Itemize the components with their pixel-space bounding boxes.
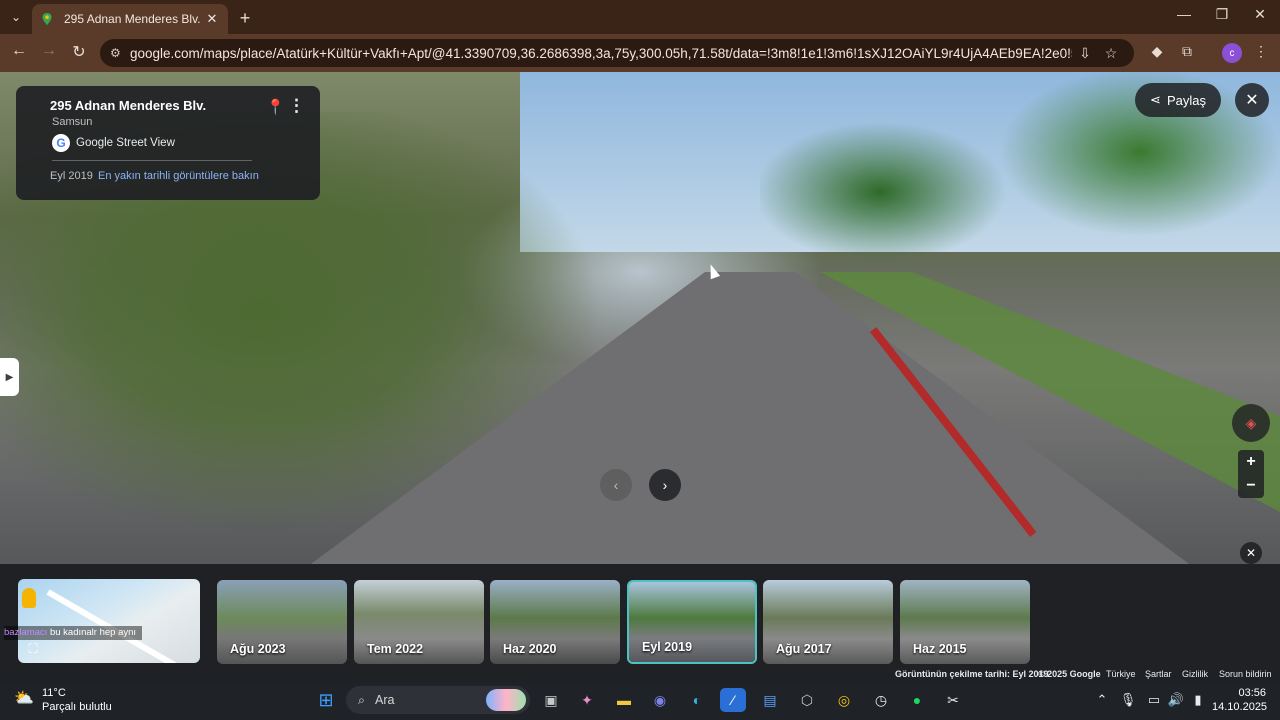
capture-date-footer: Görüntünün çekilme tarihi: Eyl 2019 (895, 669, 1049, 679)
zoom-in-button[interactable]: + (1238, 450, 1264, 474)
close-timeline-icon[interactable]: ✕ (1240, 542, 1262, 564)
forward-icon[interactable]: → (38, 42, 60, 60)
caption-username: bazlamacı (4, 627, 48, 638)
thumb-label: Haz 2020 (503, 642, 557, 656)
country-link[interactable]: Türkiye (1106, 669, 1136, 679)
chrome-icon[interactable]: ◎ (831, 688, 857, 712)
thumb-label: Ağu 2017 (776, 642, 832, 656)
capture-date: Eyl 2019 (50, 170, 93, 182)
provider-label: Google Street View (76, 137, 175, 149)
taskbar-search[interactable]: ⌕ Ara (346, 686, 530, 714)
clock-time[interactable]: 03:56 (1226, 687, 1266, 699)
battery-icon[interactable]: ▮ (1188, 692, 1208, 708)
minimize-icon[interactable]: — (1172, 6, 1196, 22)
search-highlight-image (486, 689, 526, 711)
clock-date[interactable]: 14.10.2025 (1212, 701, 1267, 713)
fullscreen-icon[interactable]: ⛶ (24, 641, 42, 657)
extensions-icon[interactable]: ⧉ (1176, 43, 1198, 60)
thumb-label: Tem 2022 (367, 642, 424, 656)
gemini-icon[interactable]: ◆ (1146, 43, 1168, 60)
timeline-thumb-aug-2023[interactable]: Ağu 2023 (217, 580, 347, 664)
previous-image-icon[interactable]: ‹ (600, 469, 632, 501)
report-problem-link[interactable]: Sorun bildirin (1219, 669, 1272, 679)
timeline-thumb-jun-2020[interactable]: Haz 2020 (490, 580, 620, 664)
minimap-caption: bazlamacı bu kadınalr hep aynı (4, 626, 143, 640)
back-icon[interactable]: ← (8, 42, 30, 60)
address-bar[interactable]: ⚙ google.com/maps/place/Atatürk+Kültür+V… (100, 39, 1134, 67)
location-city: Samsun (52, 116, 93, 128)
install-app-icon[interactable]: ⇩ (1072, 45, 1098, 62)
zoom-control: + − (1238, 450, 1264, 498)
timeline-thumb-jun-2015[interactable]: Haz 2015 (900, 580, 1030, 664)
tab-search-button[interactable]: ⌄ (0, 0, 32, 34)
timeline-thumb-sep-2019[interactable]: Eyl 2019 (627, 580, 757, 664)
spotify-icon[interactable]: ● (904, 688, 930, 712)
site-info-icon[interactable]: ⚙ (110, 46, 130, 60)
edge-icon[interactable]: ◐ (684, 688, 710, 712)
divider (52, 160, 252, 161)
weather-icon[interactable]: ⛅ (14, 688, 38, 708)
vscode-like-app-icon[interactable]: ⁄ (720, 688, 746, 712)
search-icon: ⌕ (358, 692, 366, 707)
timeline-thumb-aug-2017[interactable]: Ağu 2017 (763, 580, 893, 664)
browser-menu-icon[interactable]: ⋮ (1250, 43, 1272, 60)
pegman-icon[interactable] (22, 588, 36, 608)
hex-app-icon[interactable]: ⬡ (794, 688, 820, 712)
browser-tab[interactable]: 295 Adnan Menderes Blv. - Goo ✕ (32, 4, 228, 34)
window-close-icon[interactable]: ✕ (1248, 6, 1272, 23)
provider-row: G Google Street View (52, 134, 175, 152)
clock-app-icon[interactable]: ◷ (868, 688, 894, 712)
microphone-icon[interactable]: 🎙 (1118, 692, 1138, 708)
next-image-icon[interactable]: › (649, 469, 681, 501)
task-view-icon[interactable]: ▣ (538, 688, 564, 712)
maximize-icon[interactable]: ❐ (1210, 6, 1234, 23)
browser-toolbar: ← → ↻ ⚙ google.com/maps/place/Atatürk+Kü… (0, 34, 1280, 72)
weather-description[interactable]: Parçalı bulutlu (42, 701, 112, 713)
timeline-thumb-jul-2022[interactable]: Tem 2022 (354, 580, 484, 664)
copyright: © 2025 Google (1038, 669, 1101, 679)
tab-close-icon[interactable]: ✕ (204, 11, 220, 27)
show-hidden-icons[interactable]: ⌃ (1092, 692, 1112, 708)
compass-icon[interactable]: ◈ (1232, 404, 1270, 442)
more-options-icon[interactable]: ⋮ (288, 96, 305, 116)
privacy-link[interactable]: Gizlilik (1182, 669, 1208, 679)
thumb-label: Haz 2015 (913, 642, 967, 656)
volume-icon[interactable]: 🔊 (1166, 692, 1186, 708)
close-street-view-icon[interactable]: ✕ (1235, 83, 1269, 117)
maps-footer: Görüntünün çekilme tarihi: Eyl 2019 © 20… (0, 668, 1280, 682)
bookmark-star-icon[interactable]: ☆ (1098, 45, 1124, 62)
url-text[interactable]: google.com/maps/place/Atatürk+Kültür+Vak… (130, 46, 1072, 61)
terms-link[interactable]: Şartlar (1145, 669, 1172, 679)
search-placeholder: Ara (375, 693, 395, 707)
teams-icon[interactable]: ◉ (647, 688, 673, 712)
weather-temperature[interactable]: 11°C (42, 687, 66, 699)
network-icon[interactable]: ▭ (1144, 692, 1164, 708)
share-icon: ⋖ (1150, 92, 1161, 107)
share-label: Paylaş (1166, 92, 1206, 108)
new-tab-button[interactable]: + (236, 8, 254, 29)
map-pin-icon[interactable]: 📍 (266, 98, 285, 116)
share-button[interactable]: ⋖ Paylaş (1135, 83, 1221, 117)
snipping-tool-icon[interactable]: ✂ (940, 688, 966, 712)
latest-imagery-link[interactable]: En yakın tarihli görüntülere bakın (98, 170, 259, 182)
minimap[interactable] (18, 579, 200, 663)
windows-start-icon[interactable]: ⊞ (313, 688, 339, 712)
file-explorer-icon[interactable]: ▬ (611, 688, 637, 712)
tab-title: 295 Adnan Menderes Blv. - Goo (64, 12, 204, 26)
location-title: 295 Adnan Menderes Blv. (50, 98, 207, 113)
windows-taskbar (0, 682, 1280, 720)
copilot-icon[interactable]: ✦ (574, 688, 600, 712)
zoom-out-button[interactable]: − (1238, 474, 1264, 498)
google-maps-icon (42, 13, 52, 25)
thumb-label: Eyl 2019 (642, 640, 693, 654)
caption-text: bu kadınalr hep aynı (47, 627, 137, 638)
google-logo-icon: G (52, 134, 70, 152)
expand-side-panel-icon[interactable]: ▶ (0, 358, 19, 396)
reload-icon[interactable]: ↻ (68, 42, 90, 62)
store-icon[interactable]: ▤ (757, 688, 783, 712)
location-info-card: 295 Adnan Menderes Blv. Samsun 📍 ⋮ G Goo… (16, 86, 320, 200)
profile-avatar[interactable]: c (1222, 43, 1242, 63)
thumb-label: Ağu 2023 (230, 642, 286, 656)
